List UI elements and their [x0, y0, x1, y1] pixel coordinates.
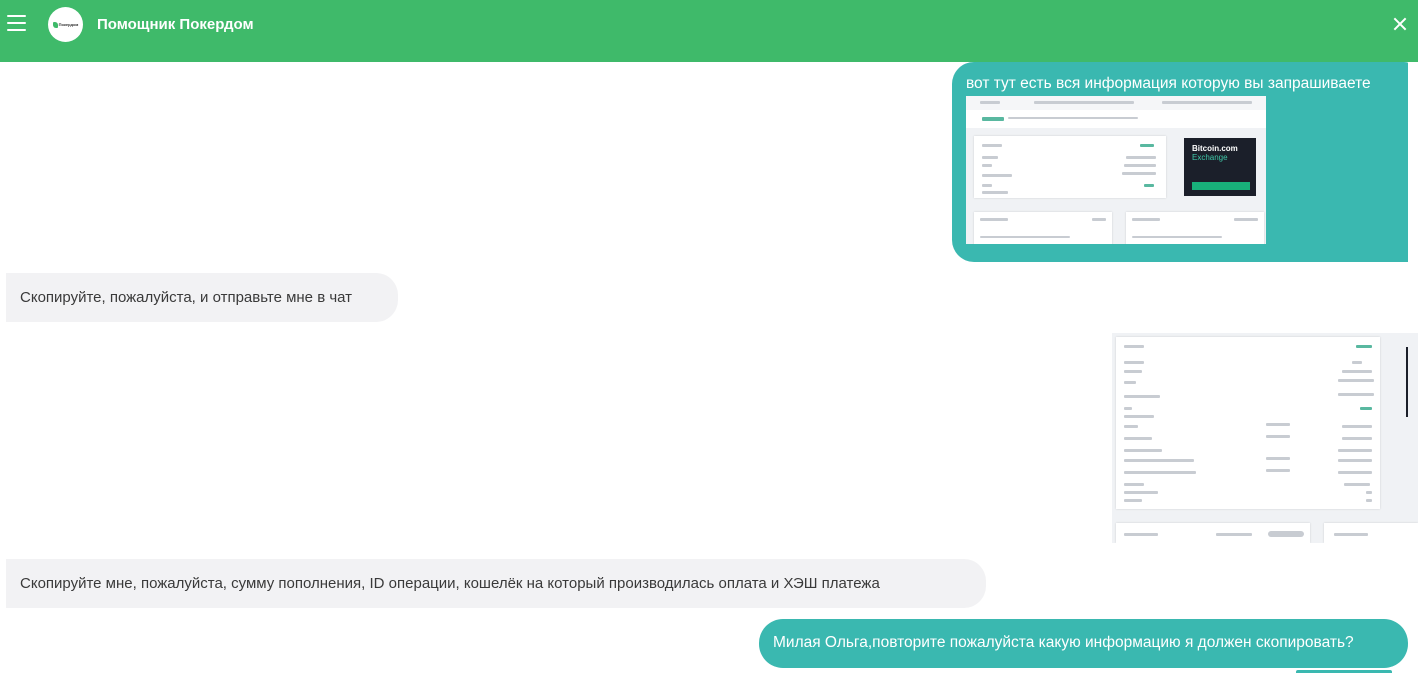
logo-text: Покердом: [58, 22, 79, 27]
chat-title: Помощник Покердом: [97, 16, 254, 33]
operator-message: Скопируйте, пожалуйста, и отправьте мне …: [6, 273, 398, 322]
user-message: Милая Ольга,повторите пожалуйста какую и…: [759, 619, 1408, 668]
chat-header: Покердом Помощник Покердом: [0, 0, 1418, 62]
ad-subtitle: Exchange: [1192, 153, 1228, 162]
operator-message: Скопируйте мне, пожалуйста, сумму пополн…: [6, 559, 986, 608]
message-text: Милая Ольга,повторите пожалуйста какую и…: [773, 634, 1354, 651]
message-text: Скопируйте мне, пожалуйста, сумму пополн…: [20, 575, 880, 592]
ad-banner[interactable]: Bitcoin.com Exchange: [1184, 138, 1256, 196]
hamburger-icon[interactable]: [7, 13, 27, 33]
message-text: вот тут есть вся информация которую вы з…: [966, 75, 1371, 92]
attachment-screenshot[interactable]: Bitcoin.com Exchange: [966, 96, 1266, 244]
message-text: Скопируйте, пожалуйста, и отправьте мне …: [20, 289, 353, 306]
close-icon[interactable]: [1393, 17, 1407, 31]
attachment-screenshot[interactable]: [1112, 333, 1418, 543]
ad-title: Bitcoin.com: [1192, 144, 1238, 153]
chat-history[interactable]: вот тут есть вся информация которую вы з…: [0, 62, 1418, 673]
brand-logo: Покердом: [48, 7, 83, 42]
